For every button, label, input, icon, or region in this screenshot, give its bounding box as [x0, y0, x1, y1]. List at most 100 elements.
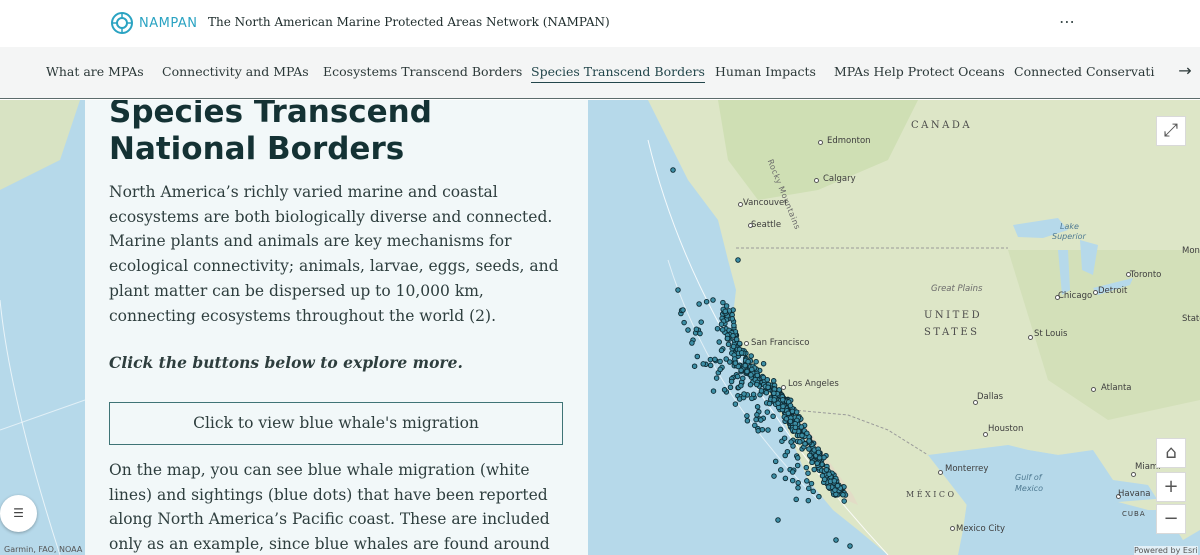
city-dot [1091, 387, 1096, 392]
sighting-dot [722, 308, 728, 315]
city-monterrey: Monterrey [945, 464, 989, 474]
tab-connected-conservation[interactable]: Connected Conservati [1014, 64, 1154, 79]
city-dot [744, 341, 749, 346]
tab-connectivity-and-mpas[interactable]: Connectivity and MPAs [162, 64, 309, 79]
view-blue-whale-migration-button[interactable]: Click to view blue whale's migration [109, 402, 563, 445]
sighting-dot [744, 418, 751, 424]
sighting-dot [749, 395, 755, 402]
city-toronto: Toronto [1130, 270, 1162, 280]
sighting-dot [730, 333, 736, 339]
sighting-dot [806, 438, 812, 444]
sighting-dot [698, 319, 704, 325]
sighting-dot [696, 301, 702, 307]
sighting-dot [803, 464, 810, 471]
tab-human-impacts[interactable]: Human Impacts [715, 64, 816, 79]
sighting-dot [753, 416, 759, 423]
sighting-dot [712, 356, 718, 363]
city-calgary: Calgary [823, 174, 856, 184]
sighting-dot [765, 427, 771, 433]
city-san-francisco: San Francisco [751, 338, 810, 348]
city-mexico-city: Mexico City [956, 524, 1006, 534]
sighting-dot [717, 366, 723, 373]
sighting-dot [795, 485, 801, 491]
sighting-dot [832, 487, 838, 493]
city-dot [781, 385, 786, 390]
sighting-dot [808, 480, 815, 487]
sighting-dot [735, 257, 741, 263]
sighting-dot [733, 336, 740, 343]
sighting-dot [788, 439, 794, 445]
sighting-dot [765, 384, 771, 391]
sighting-dot [724, 335, 731, 342]
sighting-dot [754, 381, 760, 388]
legend-button[interactable]: ☰ [0, 495, 37, 532]
sighting-dot [703, 298, 710, 305]
sighting-dot [787, 402, 794, 409]
tab-species-transcend-borders[interactable]: Species Transcend Borders [531, 64, 705, 83]
city-vancouver: Vancouver [743, 198, 788, 208]
sighting-dot [710, 297, 716, 303]
sighting-dot [721, 387, 728, 393]
city-los-angeles: Los Angeles [788, 379, 839, 389]
zoom-out-button[interactable]: − [1156, 504, 1186, 534]
sighting-dot [831, 478, 838, 484]
sighting-dot [804, 430, 810, 437]
powered-by-esri[interactable]: Powered by Esri [1134, 546, 1198, 555]
more-options-button[interactable]: ⋯ [1055, 12, 1079, 32]
brand[interactable]: NAMPAN [110, 10, 197, 36]
sighting-dot [718, 321, 725, 327]
brand-name: NAMPAN [139, 15, 198, 31]
sighting-dot [707, 362, 714, 369]
sighting-dot [723, 356, 729, 362]
sighting-dot [759, 426, 766, 433]
expand-map-button[interactable]: ⤢ [1156, 116, 1186, 146]
sighting-dot [779, 397, 786, 403]
sighting-dot [748, 372, 754, 378]
map-attribution: Garmin, FAO, NOAA [4, 545, 83, 554]
sighting-dot [781, 435, 788, 441]
label-lake-line1: Lake [1060, 222, 1079, 231]
sighting-dot [680, 307, 686, 313]
sighting-dot [728, 378, 735, 385]
sighting-dot [825, 484, 832, 490]
sighting-dot [782, 475, 789, 482]
sighting-dot [700, 361, 706, 367]
panel-body-intro: North America’s richly varied marine and… [109, 183, 559, 325]
section-nav: What are MPAs Connectivity and MPAs Ecos… [0, 47, 1200, 99]
sighting-dot [764, 376, 771, 383]
tab-what-are-mpas[interactable]: What are MPAs [46, 64, 144, 79]
sighting-dot [847, 543, 853, 549]
sighting-dot [794, 462, 801, 469]
sighting-dot [691, 363, 698, 369]
sighting-dot [744, 413, 750, 419]
sighting-dot [754, 404, 761, 410]
sighting-dot [804, 478, 810, 484]
sighting-dot [799, 432, 805, 439]
sighting-dot [795, 480, 801, 486]
main-map[interactable]: CANADA UNITED STATES MÉXICO Rocky Mounta… [588, 100, 1200, 555]
sighting-dot [753, 358, 759, 365]
sighting-dot [763, 389, 770, 396]
zoom-in-button[interactable]: + [1156, 472, 1186, 502]
label-lake-line2: Superior [1052, 232, 1086, 241]
sighting-dot [816, 493, 822, 500]
default-extent-button[interactable]: ⌂ [1156, 438, 1186, 468]
sighting-dot [833, 537, 839, 543]
city-seattle: Seattle [751, 220, 782, 230]
expand-icon: ⤢ [1163, 120, 1179, 141]
label-mexico: MÉXICO [906, 490, 957, 499]
nav-next-button[interactable]: → [1176, 60, 1194, 82]
sighting-dot [710, 388, 717, 394]
sighting-dot [747, 381, 754, 388]
tab-ecosystems-transcend-borders[interactable]: Ecosystems Transcend Borders [323, 64, 522, 79]
panel-title: Species Transcend National Borders [109, 100, 432, 167]
tab-mpas-help-protect-oceans[interactable]: MPAs Help Protect Oceans [834, 64, 1005, 79]
sighting-dot [736, 340, 743, 347]
city-havana: Havana [1118, 489, 1151, 499]
sighting-dot [793, 409, 800, 415]
label-united: UNITED [924, 310, 983, 321]
city-houston: Houston [988, 424, 1024, 434]
sighting-dot [760, 360, 767, 367]
sighting-dot [732, 401, 739, 407]
sighting-dot [717, 358, 723, 365]
